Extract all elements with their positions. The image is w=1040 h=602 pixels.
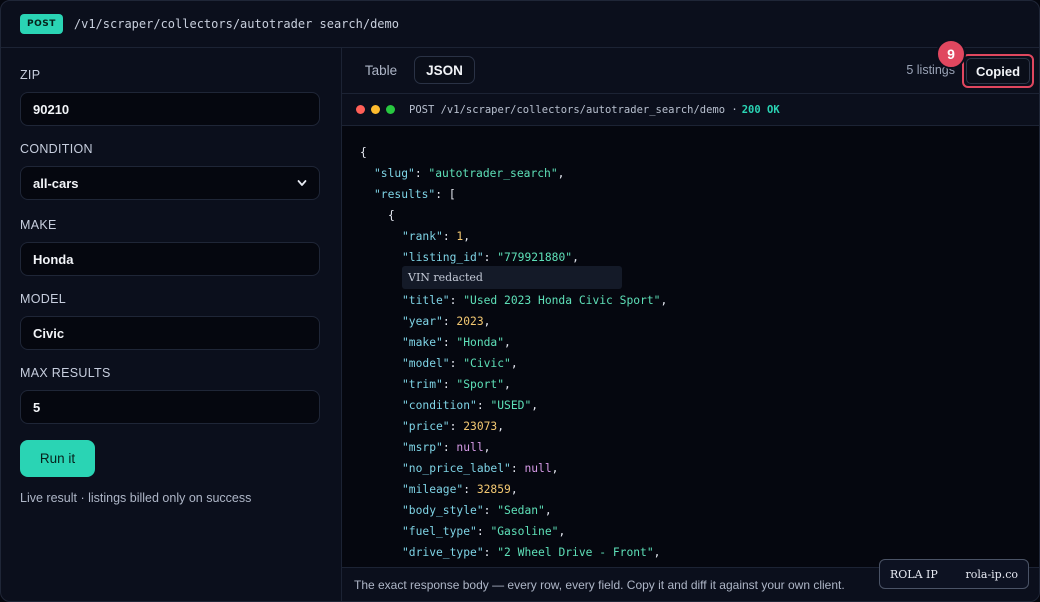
json-line: "rank": 1,	[402, 230, 471, 243]
json-line: "drive_type": "2 Wheel Drive - Front",	[402, 546, 661, 559]
json-line: "price": 23073,	[402, 420, 505, 433]
json-line: "model": "Civic",	[402, 357, 518, 370]
max-results-value: 5	[33, 399, 41, 415]
method-badge: POST	[20, 14, 63, 34]
tab-json[interactable]: JSON	[414, 56, 475, 84]
json-line: "year": 2023,	[402, 315, 491, 328]
make-label: MAKE	[20, 218, 57, 232]
window-dot-green-icon	[386, 105, 395, 114]
model-label: MODEL	[20, 292, 66, 306]
max-results-label: MAX RESULTS	[20, 366, 111, 380]
footer-note: The exact response body — every row, eve…	[354, 577, 845, 592]
endpoint-path: /v1/scraper/collectors/autotrader search…	[73, 17, 399, 31]
json-line: "no_price_label": null,	[402, 462, 559, 475]
condition-value: all-cars	[33, 175, 79, 191]
response-panel: Table JSON 5 listings Copied 9 POST /v1/…	[342, 39, 1039, 601]
json-line: "msrp": null,	[402, 441, 491, 454]
app-window: POST /v1/scraper/collectors/autotrader s…	[0, 0, 1040, 602]
step-badge: 9	[936, 39, 966, 69]
json-line: "body_style": "Sedan",	[402, 504, 552, 517]
zip-value: 90210	[33, 101, 70, 117]
watermark-brand: ROLA IP	[890, 567, 938, 581]
endpoint-bar: POST /v1/scraper/collectors/autotrader s…	[1, 1, 1039, 48]
watermark-badge: ROLA IP rola-ip.co	[879, 559, 1029, 589]
request-line: POST /v1/scraper/collectors/autotrader_s…	[409, 103, 738, 116]
model-input[interactable]: Civic	[20, 316, 320, 350]
response-status: 200 OK	[741, 103, 780, 116]
view-tabs: Table JSON 5 listings Copied 9	[342, 39, 1039, 94]
window-dot-yellow-icon	[371, 105, 380, 114]
make-value: Honda	[33, 251, 74, 267]
make-input[interactable]: Honda	[20, 242, 320, 276]
copy-button[interactable]: Copied	[966, 58, 1030, 84]
json-line: {	[360, 146, 367, 159]
json-viewer[interactable]: { "slug": "autotrader_search", "results"…	[342, 126, 1039, 568]
json-line: "slug": "autotrader_search",	[374, 167, 565, 180]
json-line: "condition": "USED",	[402, 399, 539, 412]
json-line: "listing_id": "779921880",	[402, 251, 579, 264]
json-line: "results": [	[374, 188, 456, 201]
tab-table[interactable]: Table	[355, 56, 407, 84]
zip-input[interactable]: 90210	[20, 92, 320, 126]
json-line: "mileage": 32859,	[402, 483, 518, 496]
json-line: "title": "Used 2023 Honda Civic Sport",	[402, 294, 668, 307]
run-button[interactable]: Run it	[20, 440, 95, 477]
json-line: "make": "Honda",	[402, 336, 511, 349]
condition-select[interactable]: all-cars	[20, 166, 320, 200]
model-value: Civic	[33, 325, 65, 341]
watermark-domain: rola-ip.co	[965, 567, 1018, 581]
json-line: "fuel_type": "Gasoline",	[402, 525, 566, 538]
max-results-input[interactable]: 5	[20, 390, 320, 424]
json-line: "trim": "Sport",	[402, 378, 511, 391]
chevron-down-icon	[297, 180, 307, 186]
window-dot-red-icon	[356, 105, 365, 114]
request-line-bar: POST /v1/scraper/collectors/autotrader_s…	[342, 94, 1039, 126]
vin-redacted-note: VIN redacted	[402, 266, 622, 289]
condition-label: CONDITION	[20, 142, 93, 156]
billing-hint: Live result · listings billed only on su…	[20, 491, 252, 505]
json-line: {	[388, 209, 395, 222]
zip-label: ZIP	[20, 68, 41, 82]
request-form: ZIP 90210 CONDITION all-cars MAKE Honda …	[1, 48, 342, 601]
